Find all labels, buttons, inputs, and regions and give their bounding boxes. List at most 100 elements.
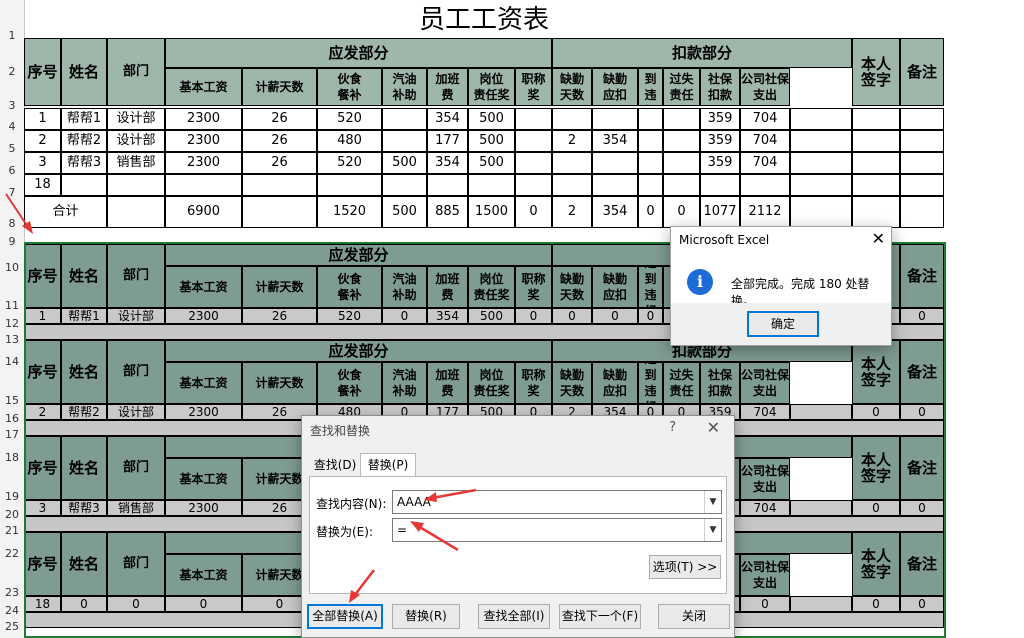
slip-cell[interactable]: 3 (24, 500, 61, 516)
header-remark[interactable]: 备注 (900, 38, 944, 106)
header-fuel[interactable]: 汽油 补助 (382, 266, 427, 308)
header-fuel[interactable]: 汽油 补助 (382, 362, 427, 404)
header-base[interactable]: 基本工资 (165, 458, 242, 500)
header-sign[interactable]: 本人 签字 (852, 340, 900, 404)
header-fault[interactable]: 过失 责任 (663, 362, 700, 404)
help-icon[interactable]: ? (669, 420, 676, 435)
row-number[interactable]: 4 (0, 121, 24, 133)
slip-cell[interactable]: 0 (900, 500, 944, 516)
slip-cell[interactable]: 26 (242, 308, 317, 324)
table-cell[interactable] (515, 108, 552, 130)
header-base[interactable]: 基本工资 (165, 68, 242, 106)
row-number[interactable]: 24 (0, 605, 24, 617)
header-fault[interactable]: 过失 责任 (663, 68, 700, 106)
slip-cell[interactable]: 帮帮2 (61, 404, 107, 420)
table-cell[interactable]: 1 (24, 108, 61, 130)
header-payable[interactable]: 应发部分 (165, 38, 552, 68)
slip-cell[interactable]: 354 (427, 308, 468, 324)
table-cell[interactable]: 18 (24, 174, 61, 196)
header-dept[interactable]: 部门 (107, 532, 165, 596)
table-cell[interactable]: 704 (740, 130, 790, 152)
total-cell[interactable]: 2112 (740, 196, 790, 228)
table-cell[interactable]: 帮帮2 (61, 130, 107, 152)
total-cell[interactable]: 500 (382, 196, 427, 228)
total-cell[interactable]: 0 (663, 196, 700, 228)
total-cell[interactable]: 0 (515, 196, 552, 228)
slip-cell[interactable]: 0 (852, 500, 900, 516)
total-cell[interactable]: 1500 (468, 196, 515, 228)
table-cell[interactable]: 520 (317, 152, 382, 174)
table-cell[interactable]: 359 (700, 152, 740, 174)
chevron-down-icon[interactable]: ▼ (704, 491, 721, 513)
find-input[interactable]: AAAA ▼ (392, 490, 722, 514)
table-cell[interactable] (107, 174, 165, 196)
header-seq[interactable]: 序号 (24, 340, 61, 404)
table-cell[interactable] (638, 130, 663, 152)
header-dept[interactable]: 部门 (107, 244, 165, 308)
table-cell[interactable] (663, 130, 700, 152)
slip-cell[interactable]: 704 (740, 500, 790, 516)
row-number[interactable]: 3 (0, 100, 24, 112)
slip-cell[interactable]: 18 (24, 596, 61, 612)
slip-cell[interactable]: 0 (852, 404, 900, 420)
header-name[interactable]: 姓名 (61, 532, 107, 596)
slip-cell[interactable]: 500 (468, 308, 515, 324)
row-number[interactable]: 8 (0, 218, 24, 230)
table-cell[interactable] (638, 174, 663, 196)
header-seq[interactable]: 序号 (24, 532, 61, 596)
table-cell[interactable] (515, 174, 552, 196)
table-cell[interactable]: 359 (700, 130, 740, 152)
tab-find[interactable]: 查找(D) (312, 454, 358, 476)
table-cell[interactable] (900, 130, 944, 152)
table-cell[interactable]: 2300 (165, 152, 242, 174)
table-cell[interactable] (740, 174, 790, 196)
table-cell[interactable]: 销售部 (107, 152, 165, 174)
table-cell[interactable] (790, 174, 852, 196)
table-cell[interactable]: 26 (242, 130, 317, 152)
total-label[interactable]: 合计 (24, 196, 107, 228)
chevron-down-icon[interactable]: ▼ (704, 519, 721, 541)
row-number[interactable]: 17 (0, 429, 24, 441)
total-cell[interactable]: 2 (552, 196, 592, 228)
total-cell[interactable] (242, 196, 317, 228)
row-number[interactable]: 5 (0, 143, 24, 155)
header-days[interactable]: 计薪天数 (242, 266, 317, 308)
table-cell[interactable] (592, 108, 638, 130)
slip-cell[interactable]: 2300 (165, 308, 242, 324)
table-cell[interactable]: 帮帮3 (61, 152, 107, 174)
table-cell[interactable] (790, 108, 852, 130)
slip-cell[interactable]: 0 (515, 308, 552, 324)
slip-cell[interactable]: 2 (24, 404, 61, 420)
header-fuel[interactable]: 汽油 补助 (382, 68, 427, 106)
close-icon[interactable]: ✕ (872, 229, 885, 248)
total-cell[interactable]: 0 (638, 196, 663, 228)
table-cell[interactable] (382, 174, 427, 196)
replace-button[interactable]: 替换(R) (392, 604, 460, 629)
row-number[interactable]: 14 (0, 356, 24, 368)
header-name[interactable]: 姓名 (61, 38, 107, 106)
table-cell[interactable]: 帮帮1 (61, 108, 107, 130)
table-cell[interactable] (427, 174, 468, 196)
table-cell[interactable] (515, 130, 552, 152)
header-food[interactable]: 伙食 餐补 (317, 68, 382, 106)
row-number[interactable]: 12 (0, 318, 24, 330)
table-cell[interactable] (852, 130, 900, 152)
table-cell[interactable] (592, 174, 638, 196)
close-button[interactable]: 关闭 (658, 604, 730, 629)
table-cell[interactable]: 3 (24, 152, 61, 174)
slip-cell[interactable]: 0 (852, 596, 900, 612)
slip-cell[interactable]: 520 (317, 308, 382, 324)
row-number[interactable]: 11 (0, 300, 24, 312)
table-cell[interactable]: 480 (317, 130, 382, 152)
header-name[interactable]: 姓名 (61, 340, 107, 404)
slip-cell[interactable]: 1 (24, 308, 61, 324)
row-number[interactable]: 20 (0, 509, 24, 521)
table-cell[interactable]: 设计部 (107, 130, 165, 152)
header-dept[interactable]: 部门 (107, 436, 165, 500)
header-remark[interactable]: 备注 (900, 436, 944, 500)
header-seq[interactable]: 序号 (24, 436, 61, 500)
table-cell[interactable] (663, 152, 700, 174)
header-overtime[interactable]: 加班 费 (427, 266, 468, 308)
table-cell[interactable]: 177 (427, 130, 468, 152)
total-cell[interactable] (852, 196, 900, 228)
